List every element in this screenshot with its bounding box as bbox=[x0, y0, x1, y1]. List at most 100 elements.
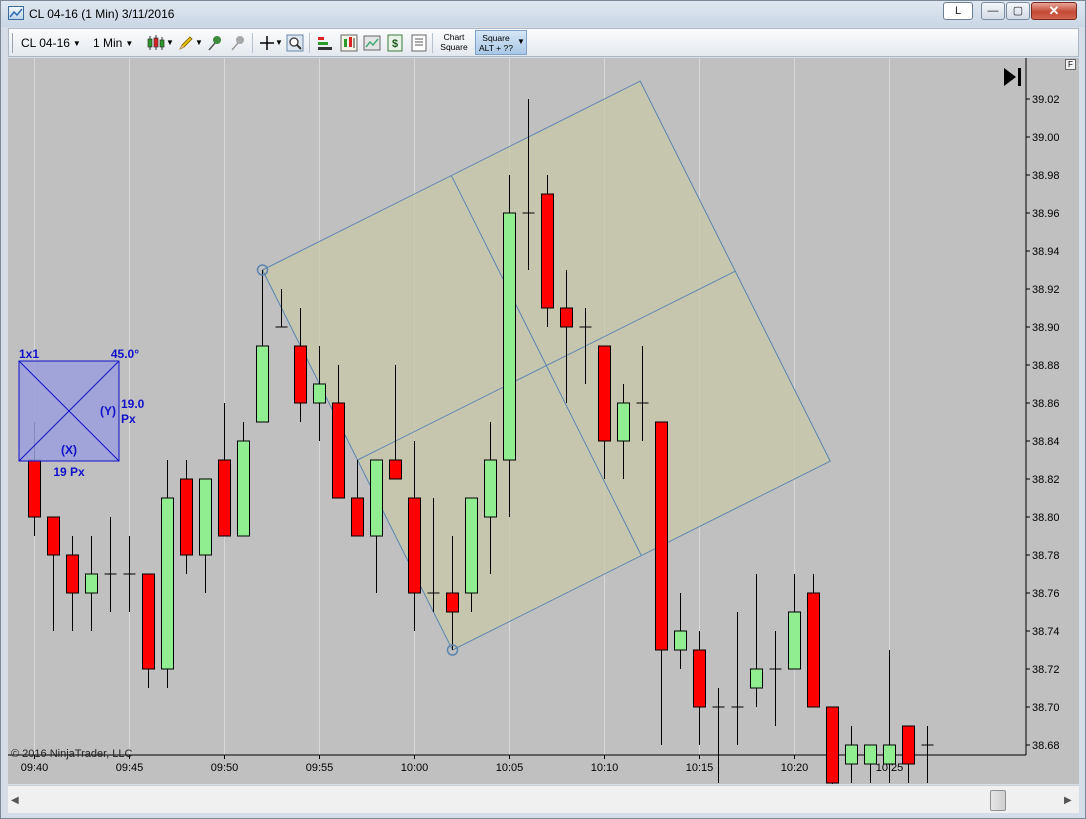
chevron-down-icon[interactable]: ▼ bbox=[195, 34, 203, 52]
x-tick-label: 09:55 bbox=[306, 762, 334, 774]
chevron-down-icon[interactable]: ▼ bbox=[275, 34, 283, 52]
candle-body bbox=[598, 345, 611, 442]
candle-body bbox=[180, 478, 193, 556]
chart-window: CL 04-16 (1 Min) 3/11/2016 L — ▢ ✕ CL 04… bbox=[0, 0, 1086, 819]
square-tool-button[interactable]: Square ALT + ?? ▼ bbox=[475, 30, 527, 55]
y-tick-label: 38.70 bbox=[1032, 702, 1060, 714]
candle-body bbox=[465, 497, 478, 594]
x-tick-label: 10:00 bbox=[401, 762, 429, 774]
svg-text:$: $ bbox=[392, 38, 398, 50]
pencil-icon[interactable] bbox=[177, 34, 195, 52]
chevron-down-icon: ▼ bbox=[125, 38, 134, 48]
link-button[interactable]: L bbox=[943, 2, 973, 20]
pin-grey-icon[interactable] bbox=[229, 34, 247, 52]
window-title: CL 04-16 (1 Min) 3/11/2016 bbox=[29, 7, 175, 21]
candle-body bbox=[503, 212, 516, 461]
chart-style-icon[interactable] bbox=[340, 34, 358, 52]
candle-body bbox=[408, 497, 421, 594]
y-tick-label: 38.80 bbox=[1032, 512, 1060, 524]
candle-body bbox=[332, 402, 345, 499]
y-tick-label: 39.00 bbox=[1032, 132, 1060, 144]
scroll-to-end-icon[interactable] bbox=[1001, 65, 1025, 89]
candle-body bbox=[674, 630, 687, 651]
y-tick-label: 38.76 bbox=[1032, 588, 1060, 600]
chart-square-label-2: Square bbox=[440, 42, 468, 52]
square-ratio-label: 1x1 bbox=[19, 347, 39, 361]
x-tick-label: 10:20 bbox=[781, 762, 809, 774]
square-label-2: ALT + ?? bbox=[479, 43, 513, 53]
y-tick-label: 38.84 bbox=[1032, 436, 1060, 448]
chart-panel[interactable]: 39.02 39.00 38.98 38.96 38.94 38.92 38.90 38.88… bbox=[8, 58, 1079, 784]
y-tick-label: 38.88 bbox=[1032, 360, 1060, 372]
candle-body bbox=[389, 459, 402, 480]
interval-label: 1 Min bbox=[93, 36, 123, 50]
toolbar-separator bbox=[309, 33, 310, 53]
y-tick-label: 38.92 bbox=[1032, 284, 1060, 296]
close-button[interactable]: ✕ bbox=[1031, 2, 1077, 20]
zoom-icon[interactable] bbox=[286, 34, 304, 52]
candle-body bbox=[313, 383, 326, 404]
scroll-left-arrow-icon[interactable]: ◀ bbox=[11, 795, 19, 806]
candle-body bbox=[294, 345, 307, 404]
chart-square-button[interactable]: Chart Square bbox=[437, 32, 471, 52]
bar-style-icon[interactable] bbox=[316, 34, 334, 52]
maximize-button[interactable]: ▢ bbox=[1006, 2, 1030, 20]
price-chart[interactable]: 39.02 39.00 38.98 38.96 38.94 38.92 38.90 38.88… bbox=[8, 58, 1079, 784]
candle-body bbox=[256, 345, 269, 423]
y-tick-label: 38.74 bbox=[1032, 626, 1060, 638]
y-tick-label: 38.82 bbox=[1032, 474, 1060, 486]
price-panel-button[interactable]: F bbox=[1065, 59, 1076, 70]
horizontal-scrollbar[interactable]: ◀ ▶ bbox=[8, 785, 1079, 813]
chart-trader-icon[interactable] bbox=[363, 34, 381, 52]
chevron-down-icon: ▼ bbox=[72, 38, 81, 48]
pin-icon[interactable] bbox=[206, 34, 224, 52]
square-x-label: (X) bbox=[61, 443, 77, 457]
properties-icon[interactable] bbox=[410, 34, 428, 52]
candle-body bbox=[85, 573, 98, 594]
candle-body bbox=[541, 193, 554, 309]
x-tick-label: 09:50 bbox=[211, 762, 239, 774]
minimize-button[interactable]: — bbox=[981, 2, 1005, 20]
crosshair-icon[interactable] bbox=[258, 34, 276, 52]
candle-body bbox=[199, 478, 212, 556]
square-x-value: 19 Px bbox=[53, 465, 85, 479]
toolbar-separator bbox=[432, 33, 433, 53]
y-tick-label: 38.90 bbox=[1032, 322, 1060, 334]
app-chart-icon bbox=[8, 6, 24, 20]
x-tick-label: 10:10 bbox=[591, 762, 619, 774]
interval-selector[interactable]: 1 Min ▼ bbox=[93, 34, 133, 52]
candle-body bbox=[788, 611, 801, 670]
instrument-selector[interactable]: CL 04-16 ▼ bbox=[21, 34, 81, 52]
candlestick-icon[interactable] bbox=[147, 34, 165, 52]
scrollbar-thumb[interactable] bbox=[990, 790, 1006, 811]
candle-body bbox=[47, 516, 60, 556]
title-bar[interactable]: CL 04-16 (1 Min) 3/11/2016 L — ▢ ✕ bbox=[1, 1, 1085, 27]
y-tick-label: 38.94 bbox=[1032, 246, 1060, 258]
square-y-value: 19.0 bbox=[121, 397, 145, 411]
candle-body bbox=[446, 592, 459, 613]
scroll-right-arrow-icon[interactable]: ▶ bbox=[1064, 795, 1072, 806]
toolbar-grip[interactable] bbox=[12, 33, 13, 53]
copyright-label: © 2016 NinjaTrader, LLC bbox=[11, 748, 133, 760]
candle-body bbox=[237, 440, 250, 537]
candle-body bbox=[902, 725, 915, 765]
candle-body bbox=[807, 592, 820, 708]
x-tick-label: 10:15 bbox=[686, 762, 714, 774]
candle-body bbox=[845, 744, 858, 765]
square-angle-label: 45.0° bbox=[111, 347, 139, 361]
candle-body bbox=[484, 459, 497, 518]
chart-toolbar: CL 04-16 ▼ 1 Min ▼ ▼ ▼ ▼ $ Chart Square … bbox=[8, 28, 1079, 57]
candle-body bbox=[370, 459, 383, 537]
y-tick-label: 38.86 bbox=[1032, 398, 1060, 410]
x-tick-label: 09:40 bbox=[21, 762, 49, 774]
chevron-down-icon[interactable]: ▼ bbox=[166, 34, 174, 52]
candle-body bbox=[617, 402, 630, 442]
toolbar-separator bbox=[252, 33, 253, 53]
square-label-1: Square bbox=[482, 33, 510, 43]
chevron-down-icon[interactable]: ▼ bbox=[517, 37, 525, 46]
square-y-unit: Px bbox=[121, 412, 136, 426]
x-tick-label: 09:45 bbox=[116, 762, 144, 774]
dollar-icon[interactable]: $ bbox=[386, 34, 404, 52]
candle-body bbox=[883, 744, 896, 765]
candle-body bbox=[750, 668, 763, 689]
